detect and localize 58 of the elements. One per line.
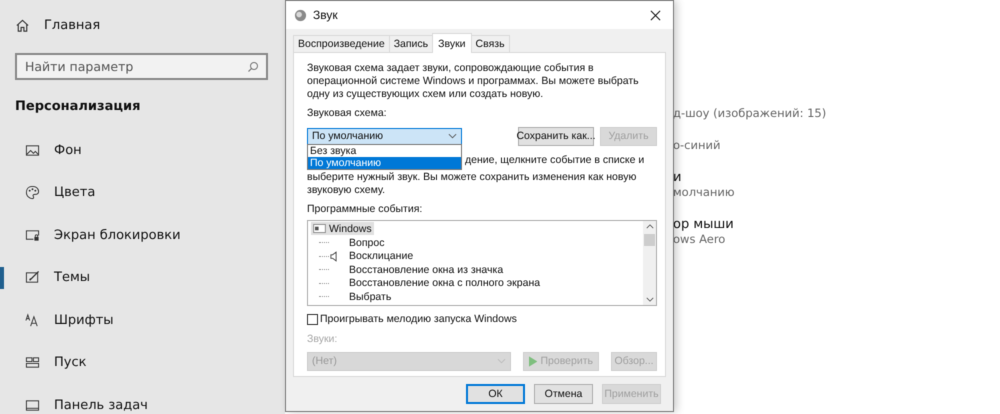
- nav-item[interactable]: Фон: [54, 142, 82, 158]
- window-icon: [313, 224, 326, 233]
- setting-title: ор мыши: [673, 217, 735, 232]
- section-heading: Персонализация: [14, 99, 142, 114]
- setting-title: и: [673, 170, 682, 185]
- fonts-icon: [25, 312, 40, 328]
- setting-value: молчанию: [673, 185, 736, 200]
- dropdown-option[interactable]: Без звука: [308, 145, 461, 157]
- nav-item[interactable]: Шрифты: [54, 312, 114, 328]
- scrollbar[interactable]: [643, 221, 656, 305]
- close-icon[interactable]: [650, 10, 661, 20]
- search-field[interactable]: Найти параметр: [15, 53, 268, 80]
- checkbox-label[interactable]: Проигрывать мелодию запуска Windows: [320, 313, 517, 326]
- home-icon: [15, 18, 30, 32]
- checkbox[interactable]: [307, 314, 318, 325]
- palette-icon: [25, 185, 40, 200]
- start-icon: [25, 355, 40, 370]
- dialog-button[interactable]: ОК: [466, 384, 525, 404]
- hint-text: дение, щелкните событие в списке и: [465, 154, 644, 167]
- scheme-label: Звуковая схема:: [307, 107, 388, 120]
- tab[interactable]: Воспроизведение: [293, 35, 390, 52]
- dropdown-option[interactable]: По умолчанию: [308, 157, 461, 169]
- events-label: Программные события:: [307, 203, 424, 216]
- tree-item[interactable]: Восстановление окна из значка: [341, 264, 504, 276]
- setting-value: о-синий: [673, 138, 722, 153]
- picture-icon: [25, 142, 40, 158]
- nav-item[interactable]: Цвета: [54, 185, 96, 200]
- taskbar-icon: [25, 398, 40, 412]
- tree-item[interactable]: Восстановление окна с полного экрана: [341, 277, 540, 290]
- window-title: Звук: [313, 8, 338, 22]
- home-link[interactable]: Главная: [44, 18, 100, 32]
- tab[interactable]: Звуки: [432, 33, 472, 53]
- play-icon: [529, 356, 538, 366]
- hint-text: выберите нужный звук. Вы можете сохранить изменения как новую звуковую схему.: [307, 171, 638, 197]
- dialog-button[interactable]: Отмена: [534, 384, 593, 404]
- chevron-icon: [497, 358, 506, 364]
- setting-value: ows Aero: [673, 232, 726, 247]
- description-text: Звуковая схема задает звуки, сопровождающие события в операционной системе Windows и программах. Вы можете выбрать одну из существующих схем или создать новую.: [307, 62, 640, 101]
- scrollbar-thumb[interactable]: [644, 234, 655, 246]
- tab[interactable]: Связь: [470, 35, 510, 52]
- scheme-button[interactable]: Сохранить как...: [518, 126, 594, 146]
- chevron-icon: [448, 133, 457, 139]
- nav-item[interactable]: Темы: [54, 270, 90, 285]
- sounds-label: Звуки:: [307, 333, 338, 346]
- nav-item[interactable]: Пуск: [54, 355, 86, 370]
- tree-item[interactable]: Windows: [311, 222, 374, 235]
- scheme-dropdown[interactable]: По умолчанию: [307, 128, 462, 144]
- tree-item[interactable]: Вопрос: [341, 236, 384, 249]
- setting-value: д-шоу (изображений: 15): [673, 106, 828, 121]
- nav-item[interactable]: Экран блокировки: [54, 228, 181, 242]
- scroll-down-icon[interactable]: [646, 297, 654, 302]
- search-icon: [247, 61, 259, 73]
- themes-icon: [25, 270, 40, 285]
- scroll-up-icon[interactable]: [646, 224, 654, 229]
- lock-screen-icon: [25, 228, 40, 242]
- nav-item[interactable]: Панель задач: [54, 398, 148, 412]
- tree-item[interactable]: Выбрать: [341, 290, 392, 303]
- tree-item[interactable]: Восклицание: [341, 250, 414, 262]
